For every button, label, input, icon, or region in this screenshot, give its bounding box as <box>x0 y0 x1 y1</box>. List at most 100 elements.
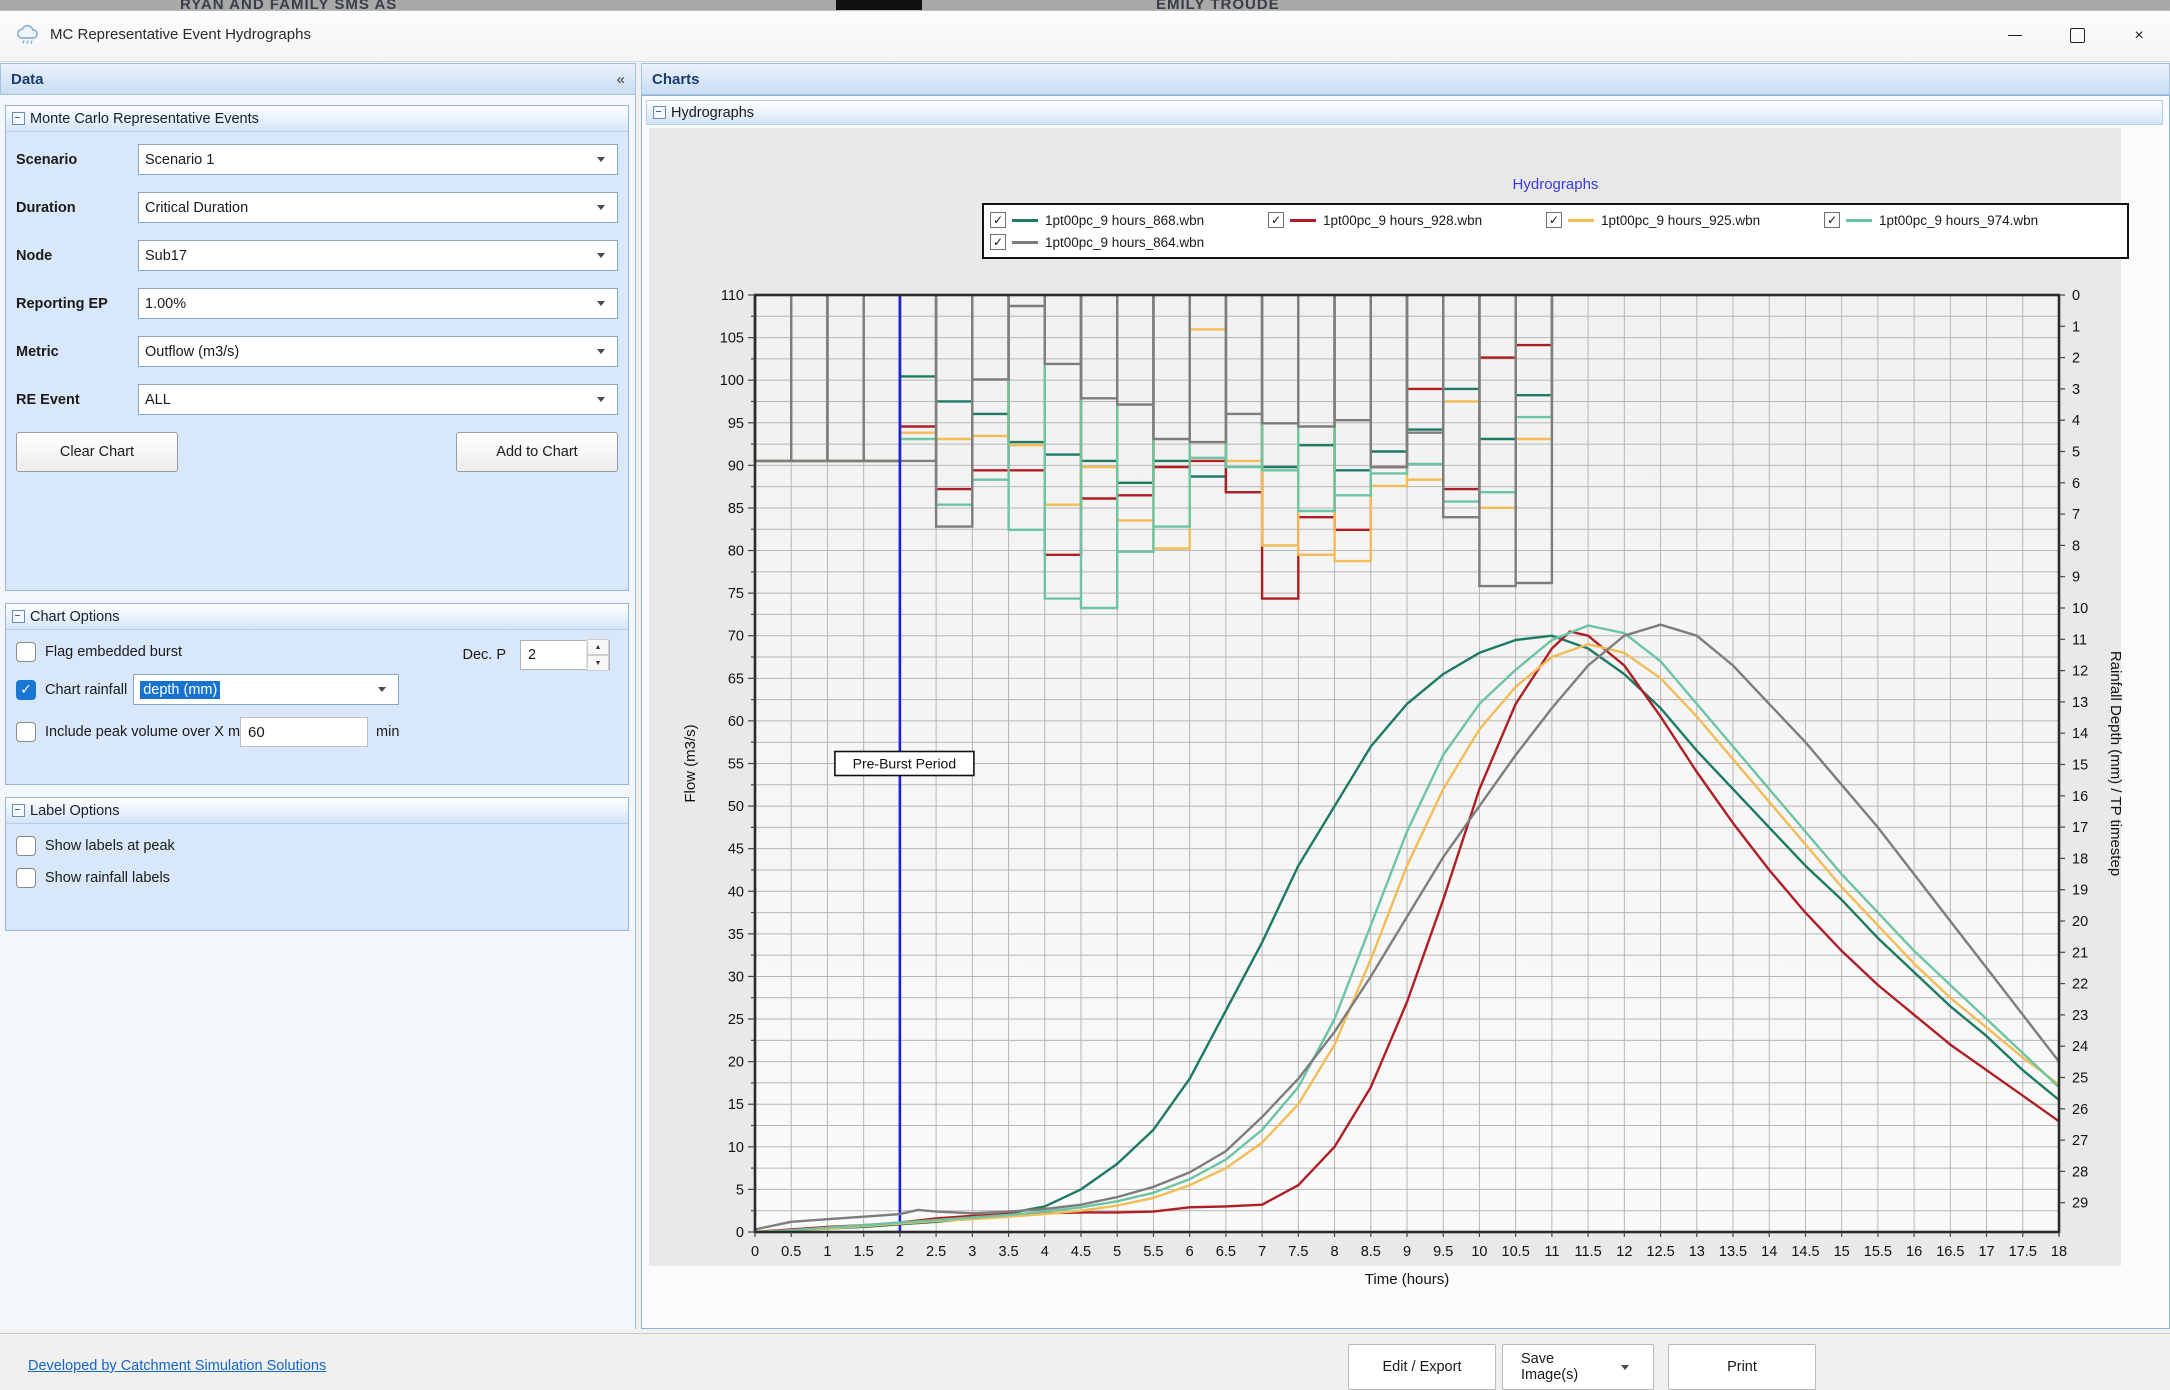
developer-link[interactable]: Developed by Catchment Simulation Soluti… <box>28 1358 326 1374</box>
svg-text:19: 19 <box>2072 883 2088 899</box>
hydrograph-plot[interactable]: Pre-Burst Period00.511.522.533.544.555.5… <box>649 128 2159 1324</box>
charts-panel-header: Charts <box>641 63 2170 95</box>
legend-series-checkbox[interactable]: ✓ <box>1546 212 1562 228</box>
svg-text:3.5: 3.5 <box>998 1244 1018 1260</box>
svg-text:11: 11 <box>2072 632 2087 648</box>
dropdown-reporting-ep[interactable]: 1.00% <box>138 288 618 319</box>
clear-chart-button[interactable]: Clear Chart <box>16 432 178 472</box>
form-field-row: Reporting EP1.00% <box>16 288 618 319</box>
svg-text:28: 28 <box>2072 1164 2088 1180</box>
legend-item: ✓1pt00pc_9 hours_928.wbn <box>1268 209 1546 231</box>
flag-embedded-burst-checkbox[interactable]: ✓ <box>16 642 36 662</box>
legend-series-checkbox[interactable]: ✓ <box>1824 212 1840 228</box>
svg-text:95: 95 <box>728 416 744 432</box>
flag-embedded-burst-label: Flag embedded burst <box>45 644 182 660</box>
svg-text:3: 3 <box>2072 382 2080 398</box>
svg-text:0: 0 <box>736 1225 744 1241</box>
collapse-group-icon[interactable] <box>12 804 25 817</box>
form-field-row: NodeSub17 <box>16 240 618 271</box>
svg-text:7: 7 <box>2072 507 2080 523</box>
svg-text:17.5: 17.5 <box>2009 1244 2037 1260</box>
collapse-group-icon[interactable] <box>653 106 666 119</box>
svg-text:105: 105 <box>720 331 744 347</box>
dropdown-value: Scenario 1 <box>145 152 591 168</box>
chevron-down-icon <box>591 349 611 354</box>
peak-volume-checkbox[interactable]: ✓ <box>16 722 36 742</box>
dropdown-value: Critical Duration <box>145 200 591 216</box>
legend-item: ✓1pt00pc_9 hours_974.wbn <box>1824 209 2102 231</box>
chevron-down-icon <box>591 205 611 210</box>
group-header[interactable]: Chart Options <box>6 604 628 630</box>
spinner-up-icon[interactable]: ▲ <box>587 639 609 655</box>
group-header[interactable]: Monte Carlo Representative Events <box>6 106 628 132</box>
collapse-panel-button[interactable]: « <box>617 71 625 88</box>
svg-text:30: 30 <box>728 969 744 985</box>
collapse-group-icon[interactable] <box>12 610 25 623</box>
legend-series-checkbox[interactable]: ✓ <box>990 234 1006 250</box>
legend-line-swatch <box>1568 219 1594 222</box>
field-label-re-event: RE Event <box>16 392 138 408</box>
chart-rainfall-checkbox[interactable]: ✓ <box>16 680 36 700</box>
dropdown-value: ALL <box>145 392 591 408</box>
chart-rainfall-label: Chart rainfall <box>45 682 127 698</box>
svg-text:16.5: 16.5 <box>1936 1244 1964 1260</box>
show-labels-at-peak-label: Show labels at peak <box>45 838 175 854</box>
collapse-group-icon[interactable] <box>12 112 25 125</box>
svg-text:20: 20 <box>728 1055 744 1071</box>
hydrographs-group-header[interactable]: Hydrographs <box>646 100 2163 125</box>
svg-text:7: 7 <box>1258 1244 1266 1260</box>
svg-text:110: 110 <box>721 288 744 304</box>
svg-text:35: 35 <box>728 927 744 943</box>
svg-text:2: 2 <box>2072 351 2080 367</box>
pre-burst-label: Pre-Burst Period <box>853 756 956 772</box>
dropdown-value: 1.00% <box>145 296 591 312</box>
svg-text:3: 3 <box>968 1244 976 1260</box>
add-to-chart-button[interactable]: Add to Chart <box>456 432 618 472</box>
show-rainfall-labels-checkbox[interactable]: ✓ <box>16 868 36 888</box>
legend-series-checkbox[interactable]: ✓ <box>1268 212 1284 228</box>
peak-volume-minutes-input[interactable]: 60 <box>240 717 368 747</box>
minimize-button[interactable] <box>1984 11 2046 60</box>
svg-text:10: 10 <box>728 1140 744 1156</box>
svg-text:5.5: 5.5 <box>1143 1244 1163 1260</box>
group-title: Chart Options <box>30 609 119 625</box>
group-header[interactable]: Label Options <box>6 798 628 824</box>
legend-item: ✓1pt00pc_9 hours_868.wbn <box>990 209 1268 231</box>
print-button[interactable]: Print <box>1668 1344 1816 1390</box>
dropdown-re-event[interactable]: ALL <box>138 384 618 415</box>
legend-series-checkbox[interactable]: ✓ <box>990 212 1006 228</box>
show-labels-at-peak-checkbox[interactable]: ✓ <box>16 836 36 856</box>
charts-panel-title: Charts <box>652 71 700 88</box>
svg-text:15.5: 15.5 <box>1864 1244 1892 1260</box>
legend-line-swatch <box>1846 219 1872 222</box>
svg-text:100: 100 <box>720 373 744 389</box>
svg-text:4.5: 4.5 <box>1071 1244 1091 1260</box>
dropdown-metric[interactable]: Outflow (m3/s) <box>138 336 618 367</box>
maximize-button[interactable] <box>2046 11 2108 60</box>
svg-text:8: 8 <box>1331 1244 1339 1260</box>
dropdown-node[interactable]: Sub17 <box>138 240 618 271</box>
svg-text:45: 45 <box>728 842 744 858</box>
rainfall-units-dropdown[interactable]: depth (mm) <box>133 674 399 705</box>
close-button[interactable]: × <box>2108 11 2170 60</box>
svg-text:0: 0 <box>2072 288 2080 304</box>
window-title: MC Representative Event Hydrographs <box>50 26 311 43</box>
dropdown-duration[interactable]: Critical Duration <box>138 192 618 223</box>
save-images-button[interactable]: Save Image(s) <box>1502 1344 1654 1390</box>
dropdown-scenario[interactable]: Scenario 1 <box>138 144 618 175</box>
svg-text:8: 8 <box>2072 538 2080 554</box>
svg-text:16: 16 <box>2072 789 2088 805</box>
svg-text:29: 29 <box>2072 1196 2088 1212</box>
edit-export-button[interactable]: Edit / Export <box>1348 1344 1496 1390</box>
svg-text:6.5: 6.5 <box>1216 1244 1236 1260</box>
svg-text:5: 5 <box>1113 1244 1121 1260</box>
spinner-down-icon[interactable]: ▼ <box>587 655 609 671</box>
close-icon: × <box>2134 27 2143 45</box>
dec-p-spinner[interactable]: 2 ▲▼ <box>520 640 610 670</box>
svg-text:40: 40 <box>728 884 744 900</box>
right-axis-title: Rainfall Depth (mm) / TP timestep <box>2107 651 2124 876</box>
svg-text:50: 50 <box>728 799 744 815</box>
chevron-down-icon <box>591 253 611 258</box>
group-title: Label Options <box>30 803 119 819</box>
svg-text:24: 24 <box>2072 1039 2088 1055</box>
